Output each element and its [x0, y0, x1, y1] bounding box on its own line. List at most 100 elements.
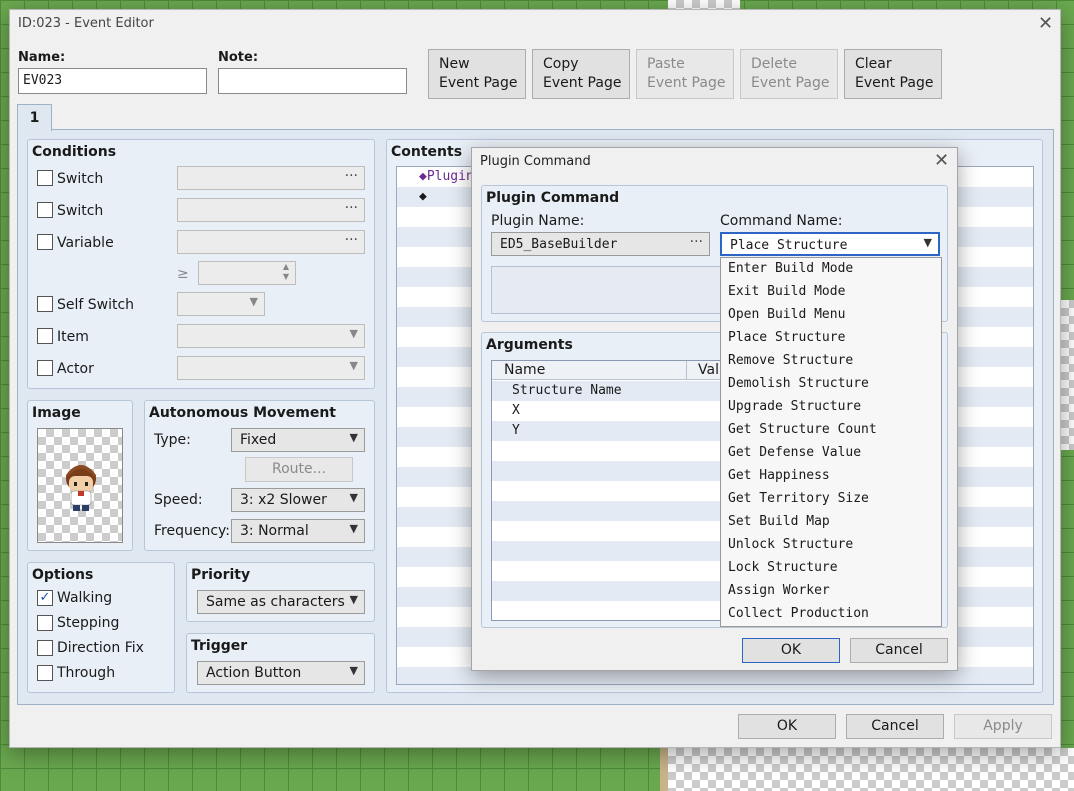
column-divider: [686, 361, 687, 380]
contents-line-plugin[interactable]: ◆Plugin: [419, 169, 474, 184]
priority-dropdown[interactable]: Same as characters ▼: [197, 590, 365, 614]
close-icon[interactable]: ✕: [1038, 13, 1053, 34]
new-event-page-button[interactable]: New Event Page: [428, 49, 526, 99]
delete-event-page-button[interactable]: Delete Event Page: [740, 49, 838, 99]
chevron-down-icon: ▼: [349, 664, 358, 677]
argument-row[interactable]: Structure Name: [512, 383, 622, 398]
movement-speed-dropdown[interactable]: 3: x2 Slower ▼: [231, 488, 365, 512]
switch1-checkbox[interactable]: [37, 170, 53, 186]
switch1-selector[interactable]: ···: [177, 166, 365, 190]
command-option[interactable]: Place Structure: [728, 330, 845, 345]
argument-row[interactable]: X: [512, 403, 520, 418]
type-label: Type:: [154, 432, 191, 448]
movement-frequency-dropdown[interactable]: 3: Normal ▼: [231, 519, 365, 543]
actor-dropdown[interactable]: ▼: [177, 356, 365, 380]
cancel-button[interactable]: Cancel: [846, 714, 944, 739]
command-option[interactable]: Assign Worker: [728, 583, 830, 598]
note-label: Note:: [218, 50, 259, 65]
variable-value-spinner[interactable]: ▲ ▼: [198, 261, 296, 285]
copy-event-page-line2: Event Page: [543, 75, 622, 91]
new-event-page-line1: New: [439, 56, 470, 72]
clear-event-page-line2: Event Page: [855, 75, 934, 91]
actor-label: Actor: [57, 361, 94, 377]
variable-selector[interactable]: ···: [177, 230, 365, 254]
contents-title: Contents: [391, 144, 463, 160]
delete-event-page-line1: Delete: [751, 56, 797, 72]
clear-event-page-button[interactable]: Clear Event Page: [844, 49, 942, 99]
stepping-checkbox[interactable]: [37, 615, 53, 631]
options-group: Options ✓ Walking Stepping Direction Fix…: [27, 562, 175, 693]
command-option[interactable]: Demolish Structure: [728, 376, 869, 391]
command-name-options-list[interactable]: Enter Build Mode Exit Build Mode Open Bu…: [720, 257, 942, 627]
command-option[interactable]: Upgrade Structure: [728, 399, 861, 414]
trigger-dropdown[interactable]: Action Button ▼: [197, 661, 365, 685]
direction-fix-label: Direction Fix: [57, 640, 144, 656]
through-label: Through: [57, 665, 116, 681]
command-option[interactable]: Lock Structure: [728, 560, 838, 575]
paste-event-page-line1: Paste: [647, 56, 685, 72]
paste-event-page-button[interactable]: Paste Event Page: [636, 49, 734, 99]
image-title: Image: [32, 405, 81, 421]
command-option[interactable]: Open Build Menu: [728, 307, 845, 322]
chevron-down-icon: ▼: [349, 522, 358, 535]
name-label: Name:: [18, 50, 66, 65]
plugin-command-group-title: Plugin Command: [486, 190, 620, 206]
movement-type-value: Fixed: [240, 432, 277, 448]
plugin-name-selector[interactable]: ED5_BaseBuilder ···: [491, 232, 710, 256]
command-option[interactable]: Get Defense Value: [728, 445, 861, 460]
copy-event-page-button[interactable]: Copy Event Page: [532, 49, 630, 99]
self-switch-dropdown[interactable]: ▼: [177, 292, 265, 316]
movement-speed-value: 3: x2 Slower: [240, 492, 327, 508]
command-name-value: Place Structure: [730, 238, 848, 253]
switch2-checkbox[interactable]: [37, 202, 53, 218]
command-name-dropdown[interactable]: Place Structure ▼: [720, 232, 940, 256]
apply-button[interactable]: Apply: [954, 714, 1052, 739]
dialog-ok-button[interactable]: OK: [742, 638, 840, 663]
movement-type-dropdown[interactable]: Fixed ▼: [231, 428, 365, 452]
chevron-down-icon: ▼: [349, 431, 358, 444]
map-dirt-path: [660, 748, 668, 791]
command-option[interactable]: Collect Production: [728, 606, 869, 621]
contents-line-empty[interactable]: ◆: [419, 189, 427, 204]
frequency-label: Frequency:: [154, 523, 231, 539]
actor-checkbox[interactable]: [37, 360, 53, 376]
ok-button[interactable]: OK: [738, 714, 836, 739]
command-option[interactable]: Unlock Structure: [728, 537, 853, 552]
switch2-selector[interactable]: ···: [177, 198, 365, 222]
through-checkbox[interactable]: [37, 665, 53, 681]
command-option[interactable]: Set Build Map: [728, 514, 830, 529]
variable-checkbox[interactable]: [37, 234, 53, 250]
item-checkbox[interactable]: [37, 328, 53, 344]
item-dropdown[interactable]: ▼: [177, 324, 365, 348]
self-switch-checkbox[interactable]: [37, 296, 53, 312]
chevron-down-icon: ▼: [249, 295, 258, 308]
plugin-dialog-title: Plugin Command: [480, 154, 591, 169]
event-image-preview[interactable]: [37, 428, 123, 543]
argument-row[interactable]: Y: [512, 423, 520, 438]
command-option[interactable]: Get Happiness: [728, 468, 830, 483]
close-icon[interactable]: ✕: [934, 150, 949, 171]
conditions-group: Conditions Switch ··· Switch ··· Variabl…: [27, 139, 375, 389]
direction-fix-checkbox[interactable]: [37, 640, 53, 656]
command-option[interactable]: Remove Structure: [728, 353, 853, 368]
switch1-label: Switch: [57, 171, 104, 187]
switch1-more-icon: ···: [344, 168, 358, 184]
command-option[interactable]: Enter Build Mode: [728, 261, 853, 276]
self-switch-label: Self Switch: [57, 297, 135, 313]
switch2-more-icon: ···: [344, 200, 358, 216]
walking-checkbox[interactable]: ✓: [37, 590, 53, 606]
name-input[interactable]: EV023: [18, 68, 207, 94]
image-group: Image: [27, 400, 133, 551]
route-button[interactable]: Route...: [245, 457, 353, 482]
note-input[interactable]: [218, 68, 407, 94]
tab-page-1[interactable]: 1: [17, 104, 52, 131]
command-option[interactable]: Exit Build Mode: [728, 284, 845, 299]
priority-group: Priority Same as characters ▼: [186, 562, 375, 622]
chevron-down-icon: ▼: [923, 236, 932, 249]
command-option[interactable]: Get Structure Count: [728, 422, 877, 437]
column-name-header[interactable]: Name: [504, 362, 545, 378]
dialog-cancel-button[interactable]: Cancel: [850, 638, 948, 663]
trigger-title: Trigger: [191, 638, 248, 654]
new-event-page-line2: Event Page: [439, 75, 518, 91]
command-option[interactable]: Get Territory Size: [728, 491, 869, 506]
